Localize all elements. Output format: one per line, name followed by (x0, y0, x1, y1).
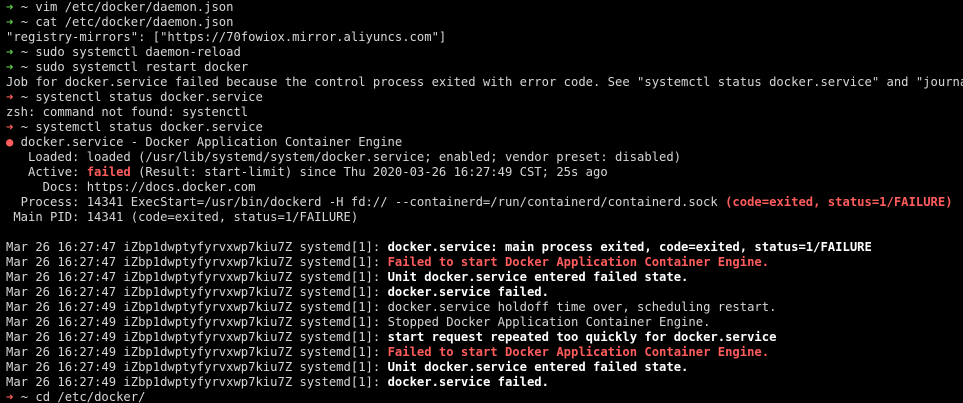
prompt-arrow-icon: ➜ (6, 60, 14, 74)
log-prefix: Mar 26 16:27:49 iZbp1dwptyfyrvxwp7kiu7Z … (6, 375, 388, 389)
output-line: Docs: https://docs.docker.com (6, 180, 256, 194)
prompt-line: ➜ ~ cd /etc/docker/ (6, 390, 963, 403)
command-text: systemctl status docker.service (35, 120, 263, 134)
journal-log-line: Mar 26 16:27:49 iZbp1dwptyfyrvxwp7kiu7Z … (6, 375, 963, 390)
log-message: start request repeated too quickly for d… (387, 330, 777, 344)
output-line: Main PID: 14341 (code=exited, status=1/F… (6, 210, 359, 224)
journal-log-line: Mar 26 16:27:49 iZbp1dwptyfyrvxwp7kiu7Z … (6, 345, 963, 360)
prompt-arrow-icon: ➜ (6, 90, 14, 104)
log-message: docker.service failed. (387, 375, 549, 389)
prompt-dir: ~ (20, 120, 29, 134)
log-message: Failed to start Docker Application Conta… (387, 255, 770, 269)
log-message: docker.service failed. (387, 285, 549, 299)
output-line: Job for docker.service failed because th… (6, 75, 963, 89)
prompt-arrow-icon: ➜ (6, 45, 14, 59)
output-segment: Active: (6, 165, 87, 179)
prompt-line: ➜ ~ cat /etc/docker/daemon.json (6, 15, 963, 30)
prompt-dir: ~ (20, 45, 29, 59)
terminal-output[interactable]: ➜ ~ vim /etc/docker/daemon.json ➜ ~ cat /… (6, 0, 963, 403)
output-segment: failed (86, 165, 131, 179)
log-prefix: Mar 26 16:27:49 iZbp1dwptyfyrvxwp7kiu7Z … (6, 300, 388, 314)
journal-log-line: Mar 26 16:27:47 iZbp1dwptyfyrvxwp7kiu7Z … (6, 270, 963, 285)
prompt-dir: ~ (20, 15, 29, 29)
journal-log-line: Mar 26 16:27:49 iZbp1dwptyfyrvxwp7kiu7Z … (6, 330, 963, 345)
output-segment: (code=exited, status=1/FAILURE) (725, 195, 953, 209)
prompt-arrow-icon: ➜ (6, 120, 14, 134)
log-prefix: Mar 26 16:27:49 iZbp1dwptyfyrvxwp7kiu7Z … (6, 330, 388, 344)
log-message: Failed to start Docker Application Conta… (387, 345, 770, 359)
prompt-line: ➜ ~ vim /etc/docker/daemon.json (6, 0, 963, 15)
log-message: Unit docker.service entered failed state… (387, 360, 689, 374)
log-message: Stopped Docker Application Container Eng… (387, 315, 711, 329)
log-prefix: Mar 26 16:27:49 iZbp1dwptyfyrvxwp7kiu7Z … (6, 360, 388, 374)
log-prefix: Mar 26 16:27:47 iZbp1dwptyfyrvxwp7kiu7Z … (6, 285, 388, 299)
output-segment: (Result: start-limit) since Thu 2020-03-… (130, 165, 608, 179)
prompt-dir: ~ (20, 60, 29, 74)
command-text: cat /etc/docker/daemon.json (35, 15, 234, 29)
journal-log-line: Mar 26 16:27:47 iZbp1dwptyfyrvxwp7kiu7Z … (6, 255, 963, 270)
output-segment: Process: 14341 ExecStart=/usr/bin/docker… (6, 195, 726, 209)
prompt-arrow-icon: ➜ (6, 0, 14, 14)
log-prefix: Mar 26 16:27:49 iZbp1dwptyfyrvxwp7kiu7Z … (6, 315, 388, 329)
output-line: Process: 14341 ExecStart=/usr/bin/docker… (6, 195, 963, 210)
output-line: "registry-mirrors": ["https://70fowiox.m… (6, 30, 447, 44)
log-message: docker.service holdoff time over, schedu… (387, 300, 777, 314)
prompt-dir: ~ (20, 0, 29, 14)
prompt-dir: ~ (20, 90, 29, 104)
prompt-line: ➜ ~ sudo systemctl daemon-reload (6, 45, 963, 60)
journal-log-line: Mar 26 16:27:49 iZbp1dwptyfyrvxwp7kiu7Z … (6, 360, 963, 375)
log-prefix: Mar 26 16:27:49 iZbp1dwptyfyrvxwp7kiu7Z … (6, 345, 388, 359)
log-prefix: Mar 26 16:27:47 iZbp1dwptyfyrvxwp7kiu7Z … (6, 255, 388, 269)
prompt-dir: ~ (20, 390, 29, 403)
prompt-arrow-icon: ➜ (6, 390, 14, 403)
journal-log-line: Mar 26 16:27:47 iZbp1dwptyfyrvxwp7kiu7Z … (6, 240, 963, 255)
command-text: cd /etc/docker/ (35, 390, 146, 403)
output-line: Loaded: loaded (/usr/lib/systemd/system/… (6, 150, 682, 164)
prompt-line: ➜ ~ sudo systemctl restart docker (6, 60, 963, 75)
command-text: systenctl status docker.service (35, 90, 263, 104)
command-text: sudo systemctl restart docker (35, 60, 249, 74)
log-message: docker.service: main process exited, cod… (387, 240, 872, 254)
output-segment: docker.service - Docker Application Cont… (13, 135, 403, 149)
journal-log-line: Mar 26 16:27:47 iZbp1dwptyfyrvxwp7kiu7Z … (6, 285, 963, 300)
log-prefix: Mar 26 16:27:47 iZbp1dwptyfyrvxwp7kiu7Z … (6, 270, 388, 284)
prompt-line: ➜ ~ systemctl status docker.service (6, 120, 963, 135)
journal-log-line: Mar 26 16:27:49 iZbp1dwptyfyrvxwp7kiu7Z … (6, 300, 963, 315)
output-line: zsh: command not found: systenctl (6, 105, 249, 119)
log-prefix: Mar 26 16:27:47 iZbp1dwptyfyrvxwp7kiu7Z … (6, 240, 388, 254)
log-message: Unit docker.service entered failed state… (387, 270, 689, 284)
command-text: vim /etc/docker/daemon.json (35, 0, 234, 14)
prompt-arrow-icon: ➜ (6, 15, 14, 29)
prompt-line: ➜ ~ systenctl status docker.service (6, 90, 963, 105)
output-line: Active: failed (Result: start-limit) sin… (6, 165, 963, 180)
command-text: sudo systemctl daemon-reload (35, 45, 241, 59)
output-line: ● docker.service - Docker Application Co… (6, 135, 963, 150)
journal-log-line: Mar 26 16:27:49 iZbp1dwptyfyrvxwp7kiu7Z … (6, 315, 963, 330)
